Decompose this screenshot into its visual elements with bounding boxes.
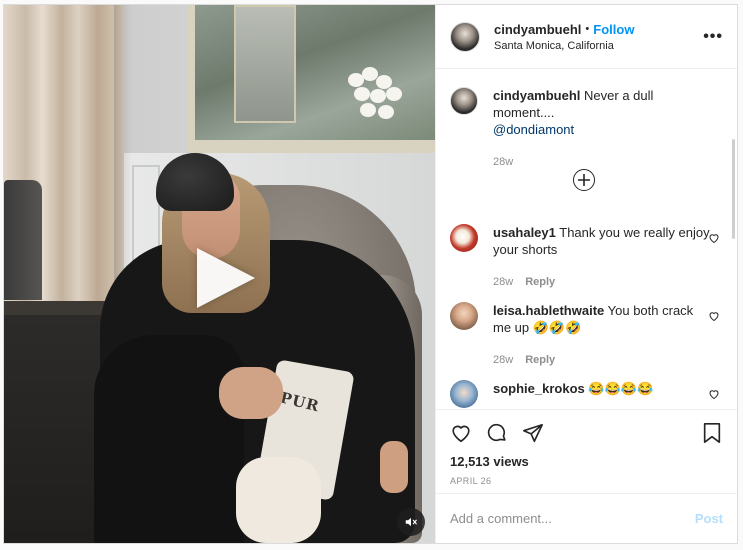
share-paper-plane-icon[interactable] [522, 422, 544, 444]
post-modal: PUR cindyambuehl • Follow Santa Monica, … [3, 4, 738, 544]
commenter-avatar[interactable] [450, 224, 478, 252]
caption-mention[interactable]: @dondiamont [493, 122, 574, 137]
author-username[interactable]: cindyambuehl [494, 22, 581, 37]
caption-avatar[interactable] [450, 87, 478, 115]
commenter-avatar[interactable] [450, 302, 478, 330]
caption-age[interactable]: 28w [493, 156, 513, 168]
follow-button[interactable]: Follow [593, 22, 634, 37]
post-comment-button[interactable]: Post [695, 511, 723, 526]
commenter-avatar[interactable] [450, 380, 478, 408]
comment-composer: Post [436, 493, 737, 543]
comment-item: usahaley1 Thank you we really enjoy your… [450, 224, 720, 291]
heart-icon[interactable] [708, 388, 720, 400]
reply-button[interactable]: Reply [525, 276, 555, 288]
post-actions: 12,513 views APRIL 26 Post [436, 409, 737, 543]
load-more-comments-button[interactable] [573, 169, 595, 191]
comment-text: 😂😂😂😂 [588, 381, 654, 396]
commenter-username[interactable]: usahaley1 [493, 225, 556, 240]
location-link[interactable]: Santa Monica, California [494, 40, 634, 52]
heart-icon[interactable] [708, 310, 720, 322]
add-comment-input[interactable] [450, 511, 695, 526]
comment-item: leisa.hablethwaite You both crack me up … [450, 302, 720, 369]
reply-button[interactable]: Reply [525, 354, 555, 366]
like-heart-icon[interactable] [450, 422, 472, 444]
post-header: cindyambuehl • Follow Santa Monica, Cali… [436, 5, 737, 69]
caption: cindyambuehl Never a dull moment.... @do… [450, 87, 713, 171]
commenter-username[interactable]: leisa.hablethwaite [493, 303, 604, 318]
comment-age[interactable]: 28w [493, 276, 513, 288]
caption-username[interactable]: cindyambuehl [493, 88, 580, 103]
comments-section[interactable]: cindyambuehl Never a dull moment.... @do… [436, 69, 737, 409]
separator-dot: • [585, 23, 590, 35]
plus-icon [578, 174, 590, 186]
heart-icon[interactable] [708, 232, 720, 244]
scrollbar[interactable] [732, 139, 735, 239]
comment-item: sophie_krokos 😂😂😂😂 [450, 380, 720, 408]
comment-bubble-icon[interactable] [486, 422, 508, 444]
view-count[interactable]: 12,513 views [450, 454, 529, 469]
post-details: cindyambuehl • Follow Santa Monica, Cali… [435, 5, 737, 543]
play-icon[interactable] [197, 248, 255, 308]
comment-age[interactable]: 28w [493, 354, 513, 366]
commenter-username[interactable]: sophie_krokos [493, 381, 585, 396]
bookmark-icon[interactable] [702, 422, 722, 444]
avatar[interactable] [450, 21, 480, 52]
video-player[interactable]: PUR [4, 5, 435, 543]
more-options-icon[interactable]: ••• [703, 29, 723, 45]
muted-speaker-icon[interactable] [397, 508, 425, 536]
post-date[interactable]: APRIL 26 [450, 476, 491, 486]
